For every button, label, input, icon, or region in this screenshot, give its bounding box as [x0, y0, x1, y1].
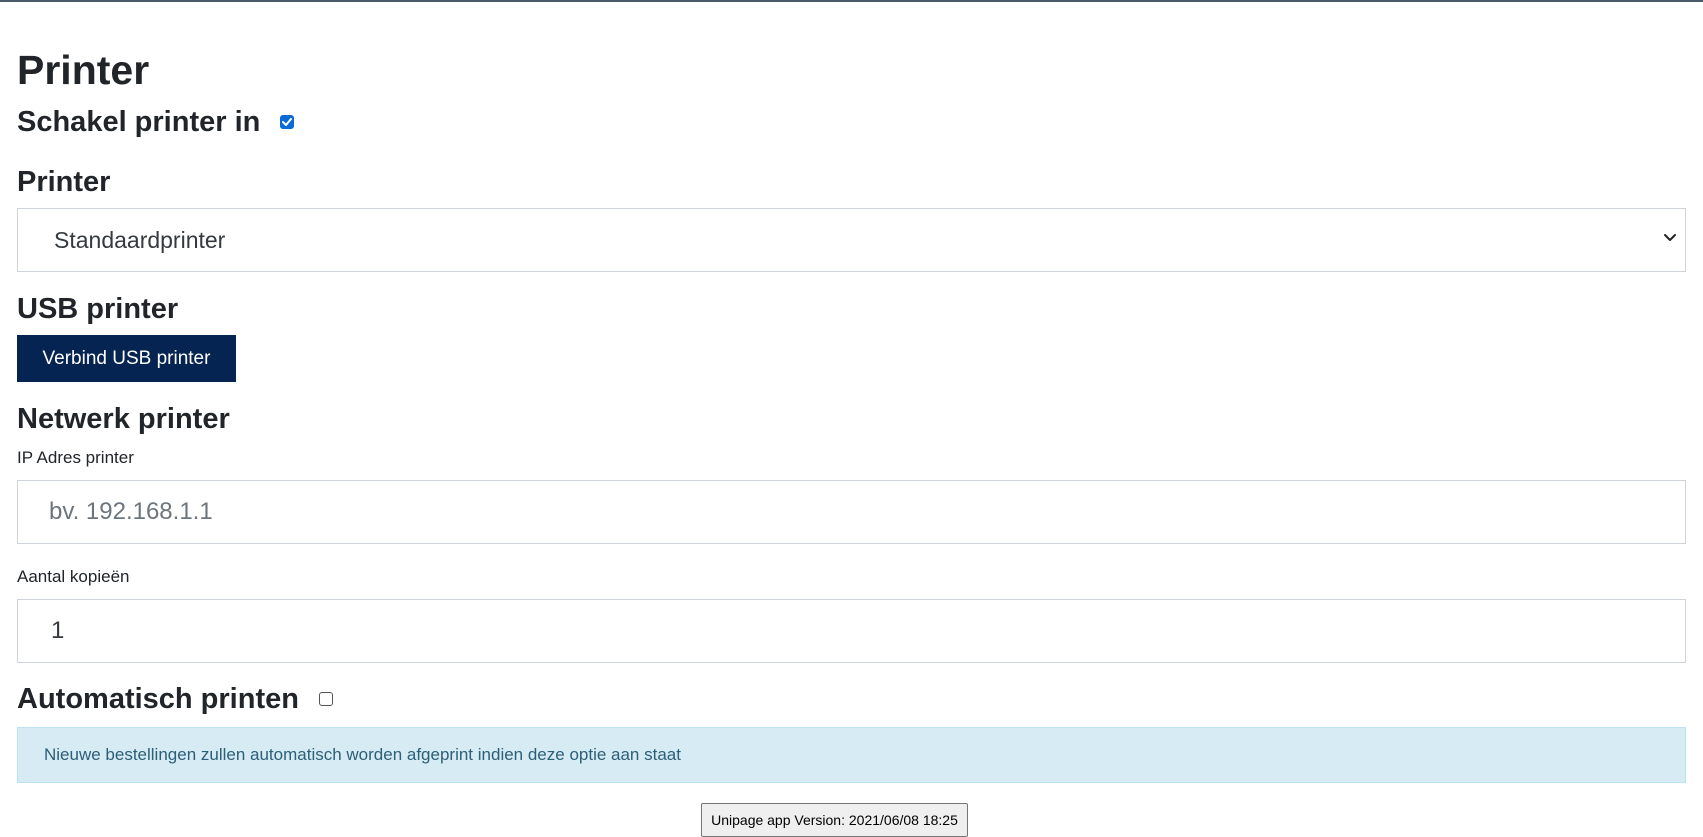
connect-usb-printer-button[interactable]: Verbind USB printer: [17, 335, 236, 382]
auto-print-row: Automatisch printen: [17, 681, 333, 717]
auto-print-checkbox[interactable]: [318, 692, 333, 706]
auto-print-info-alert: Nieuwe bestellingen zullen automatisch w…: [17, 727, 1686, 783]
app-version-button[interactable]: Unipage app Version: 2021/06/08 18:25: [701, 803, 968, 837]
copies-value: 1: [51, 617, 65, 644]
ip-address-placeholder: bv. 192.168.1.1: [49, 498, 213, 525]
network-heading: Netwerk printer: [17, 403, 230, 435]
copies-label: Aantal kopieën: [17, 567, 130, 586]
enable-printer-checkbox[interactable]: [280, 115, 295, 129]
enable-printer-label: Schakel printer in: [17, 106, 261, 138]
printer-select[interactable]: Standaardprinter: [17, 208, 1686, 272]
ip-address-input[interactable]: bv. 192.168.1.1: [17, 480, 1686, 544]
enable-printer-row: Schakel printer in: [17, 104, 295, 140]
chevron-down-icon: [1664, 234, 1676, 241]
page-title: Printer: [17, 47, 150, 93]
auto-print-info-text: Nieuwe bestellingen zullen automatisch w…: [44, 745, 681, 764]
usb-heading: USB printer: [17, 293, 179, 325]
auto-print-label: Automatisch printen: [17, 683, 299, 715]
copies-input[interactable]: 1: [17, 599, 1686, 663]
check-icon: [282, 118, 293, 126]
top-border: [0, 0, 1703, 2]
ip-address-label: IP Adres printer: [17, 448, 134, 467]
printer-select-value: Standaardprinter: [54, 226, 226, 253]
printer-heading: Printer: [17, 166, 111, 198]
